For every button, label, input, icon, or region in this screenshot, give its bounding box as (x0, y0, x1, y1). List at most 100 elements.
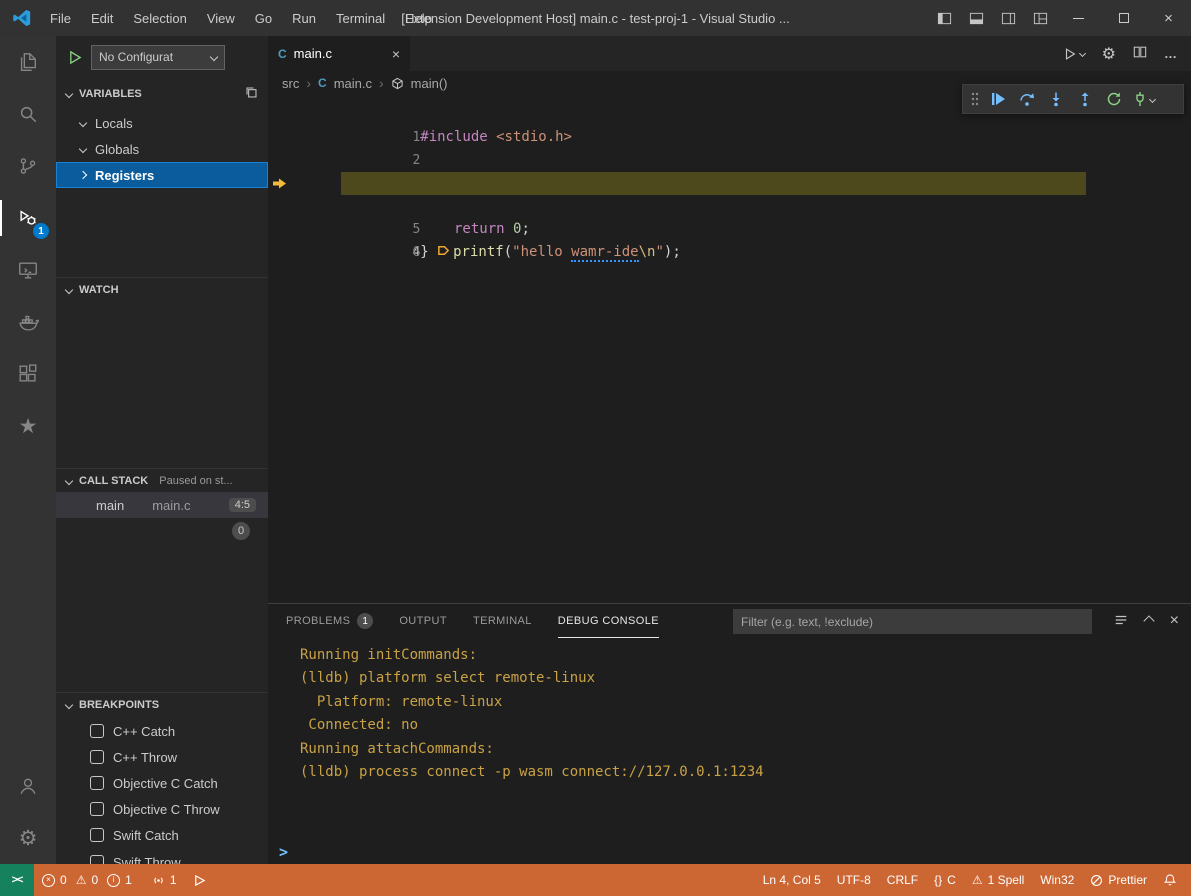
breakpoints-section-header[interactable]: BREAKPOINTS (56, 692, 268, 716)
variables-scope-locals[interactable]: Locals (56, 110, 268, 136)
inline-breakpoint-icon[interactable] (437, 242, 450, 265)
close-button[interactable]: × (1146, 0, 1191, 36)
breadcrumb-symbol[interactable]: main() (411, 76, 448, 91)
tab-label: PROBLEMS (286, 615, 350, 627)
watch-header-label: WATCH (79, 284, 119, 296)
checkbox[interactable] (90, 724, 104, 738)
status-diagnostics[interactable]: ×0 ⚠0 i1 (34, 864, 144, 896)
breadcrumb-file[interactable]: main.c (334, 76, 372, 91)
callstack-section-header[interactable]: CALL STACK Paused on st... (56, 468, 268, 492)
disconnect-button[interactable] (1129, 86, 1157, 112)
status-encoding[interactable]: UTF-8 (829, 864, 879, 896)
debug-console-output[interactable]: Running initCommands: (lldb) platform se… (268, 644, 1191, 846)
activity-docker[interactable] (0, 296, 56, 348)
debug-status-icon (193, 874, 206, 887)
toggle-sidebar-icon[interactable] (928, 0, 960, 36)
breakpoint-cpp-throw[interactable]: C++ Throw (56, 744, 268, 770)
checkbox[interactable] (90, 802, 104, 816)
breakpoint-swift-throw[interactable]: Swift Throw (56, 849, 268, 864)
accounts-button[interactable] (0, 760, 56, 812)
checkbox[interactable] (90, 828, 104, 842)
status-ports[interactable]: 1 (144, 864, 185, 896)
activity-extensions[interactable] (0, 348, 56, 400)
console-input-prompt[interactable]: > (279, 843, 288, 861)
activity-star-extension[interactable]: ★ (0, 400, 56, 452)
breakpoint-objc-catch[interactable]: Objective C Catch (56, 770, 268, 796)
status-formatter[interactable]: Prettier (1082, 864, 1155, 896)
menu-view[interactable]: View (197, 0, 245, 36)
more-actions-icon[interactable]: … (1164, 46, 1177, 61)
menu-edit[interactable]: Edit (81, 0, 123, 36)
activity-search[interactable] (0, 88, 56, 140)
breakpoint-objc-throw[interactable]: Objective C Throw (56, 796, 268, 822)
run-file-button[interactable] (1063, 47, 1085, 61)
tab-close-icon[interactable]: × (392, 46, 400, 62)
checkbox[interactable] (90, 855, 104, 864)
customize-layout-icon[interactable] (1024, 0, 1056, 36)
menu-terminal[interactable]: Terminal (326, 0, 395, 36)
start-debug-icon[interactable] (68, 50, 83, 65)
status-line-col[interactable]: Ln 4, Col 5 (755, 864, 829, 896)
menu-file[interactable]: File (40, 0, 81, 36)
activity-run-debug[interactable]: 1 (0, 192, 56, 244)
debug-config-dropdown[interactable]: No Configurat (91, 45, 225, 70)
toggle-secondary-sidebar-icon[interactable] (992, 0, 1024, 36)
editor-tab-bar: C main.c × ⚙ … (268, 36, 1191, 71)
console-line: (lldb) platform select remote-linux (300, 667, 1191, 690)
watch-section-header[interactable]: WATCH (56, 277, 268, 301)
token: } (420, 244, 428, 260)
activity-explorer[interactable] (0, 36, 56, 88)
editor-settings-icon[interactable]: ⚙ (1102, 44, 1116, 64)
maximize-panel-icon[interactable] (1143, 615, 1154, 626)
variables-section-header[interactable]: VARIABLES (56, 82, 268, 106)
checkbox[interactable] (90, 776, 104, 790)
breakpoint-swift-catch[interactable]: Swift Catch (56, 822, 268, 848)
error-icon: × (42, 874, 55, 887)
chevron-down-icon (1148, 95, 1155, 102)
code-line-3: 3int main(){ (268, 149, 1191, 172)
status-eol[interactable]: CRLF (879, 864, 926, 896)
token: " (655, 244, 663, 260)
minimize-button[interactable] (1056, 0, 1101, 36)
menu-selection[interactable]: Selection (123, 0, 196, 36)
code-editor[interactable]: 1#include <stdio.h> 2 3int main(){ 4 pri… (268, 95, 1191, 603)
settings-button[interactable]: ⚙ (0, 812, 56, 864)
restart-button[interactable] (1100, 86, 1128, 112)
toolbar-grip-handle[interactable] (967, 86, 983, 112)
menu-go[interactable]: Go (245, 0, 282, 36)
menu-run[interactable]: Run (282, 0, 326, 36)
status-notifications[interactable] (1155, 864, 1185, 896)
continue-button[interactable] (984, 86, 1012, 112)
tab-output[interactable]: OUTPUT (399, 604, 447, 638)
activity-remote-explorer[interactable] (0, 244, 56, 296)
tab-terminal[interactable]: TERMINAL (473, 604, 532, 638)
step-out-button[interactable] (1071, 86, 1099, 112)
status-language-mode[interactable]: {}C (926, 864, 964, 896)
step-into-button[interactable] (1042, 86, 1070, 112)
maximize-button[interactable] (1101, 0, 1146, 36)
close-panel-icon[interactable]: × (1170, 612, 1179, 630)
remote-indicator[interactable]: >< (0, 864, 34, 896)
breakpoint-cpp-catch[interactable]: C++ Catch (56, 718, 268, 744)
variables-scope-registers[interactable]: Registers (56, 162, 268, 188)
tab-problems[interactable]: PROBLEMS 1 (286, 604, 373, 638)
tab-debug-console[interactable]: DEBUG CONSOLE (558, 604, 659, 638)
frame-name: main (96, 498, 124, 513)
bottom-panel: PROBLEMS 1 OUTPUT TERMINAL DEBUG CONSOLE… (268, 603, 1191, 864)
status-debug[interactable] (185, 864, 214, 896)
toggle-panel-icon[interactable] (960, 0, 992, 36)
console-filter-input[interactable] (733, 609, 1092, 634)
breadcrumb-src[interactable]: src (282, 76, 299, 91)
copy-value-icon[interactable] (245, 86, 258, 102)
variables-scope-globals[interactable]: Globals (56, 136, 268, 162)
checkbox[interactable] (90, 750, 104, 764)
status-platform[interactable]: Win32 (1032, 864, 1082, 896)
symbol-method-icon (391, 77, 404, 90)
clear-console-icon[interactable] (1114, 613, 1128, 630)
step-over-button[interactable] (1013, 86, 1041, 112)
activity-source-control[interactable] (0, 140, 56, 192)
status-spell-checker[interactable]: ⚠1 Spell (964, 864, 1032, 896)
tab-main-c[interactable]: C main.c × (268, 36, 410, 71)
split-editor-icon[interactable] (1133, 45, 1147, 62)
callstack-frame-row[interactable]: main main.c 4:5 (56, 492, 268, 518)
